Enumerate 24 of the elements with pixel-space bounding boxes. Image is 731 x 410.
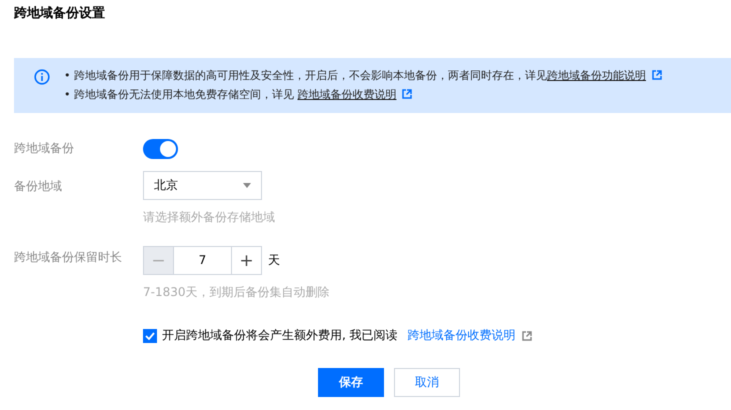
toggle-switch[interactable] (143, 139, 178, 159)
unit-label: 天 (268, 252, 280, 269)
hint-text: 7-1830天，到期后备份集自动删除 (143, 284, 330, 300)
notice-text: • 跨地域备份用于保障数据的高可用性及安全性，开启后，不会影响本地备份，两者同时存在，详见 (64, 68, 547, 82)
external-link-icon (522, 330, 532, 340)
agreement-text: 开启跨地域备份将会产生额外费用, 我已阅读 (162, 327, 398, 344)
dialog-title: 跨地域备份设置 (14, 5, 106, 23)
notice-text: • 跨地域备份无法使用本地免费存储空间，详见 (64, 86, 295, 102)
region-select[interactable]: 北京 (143, 171, 262, 200)
field-label: 跨地域备份保留时长 (14, 249, 123, 266)
field-label: 跨地域备份 (14, 140, 75, 157)
cancel-button[interactable]: 取消 (394, 368, 460, 397)
fee-link[interactable]: 跨地域备份收费说明 (408, 327, 516, 344)
hint-text: 请选择额外备份存储地域 (143, 209, 275, 225)
doc-link[interactable]: 跨地域备份功能说明 (547, 68, 646, 82)
external-link-icon (652, 70, 662, 80)
external-link-icon (402, 89, 412, 99)
doc-link[interactable]: 跨地域备份收费说明 (297, 86, 396, 102)
caret-down-icon (243, 183, 251, 188)
field-label: 备份地域 (14, 178, 63, 195)
checkbox[interactable] (143, 328, 157, 342)
save-button[interactable]: 保存 (318, 368, 384, 397)
checkmark-icon (145, 332, 155, 340)
info-icon (34, 69, 50, 85)
